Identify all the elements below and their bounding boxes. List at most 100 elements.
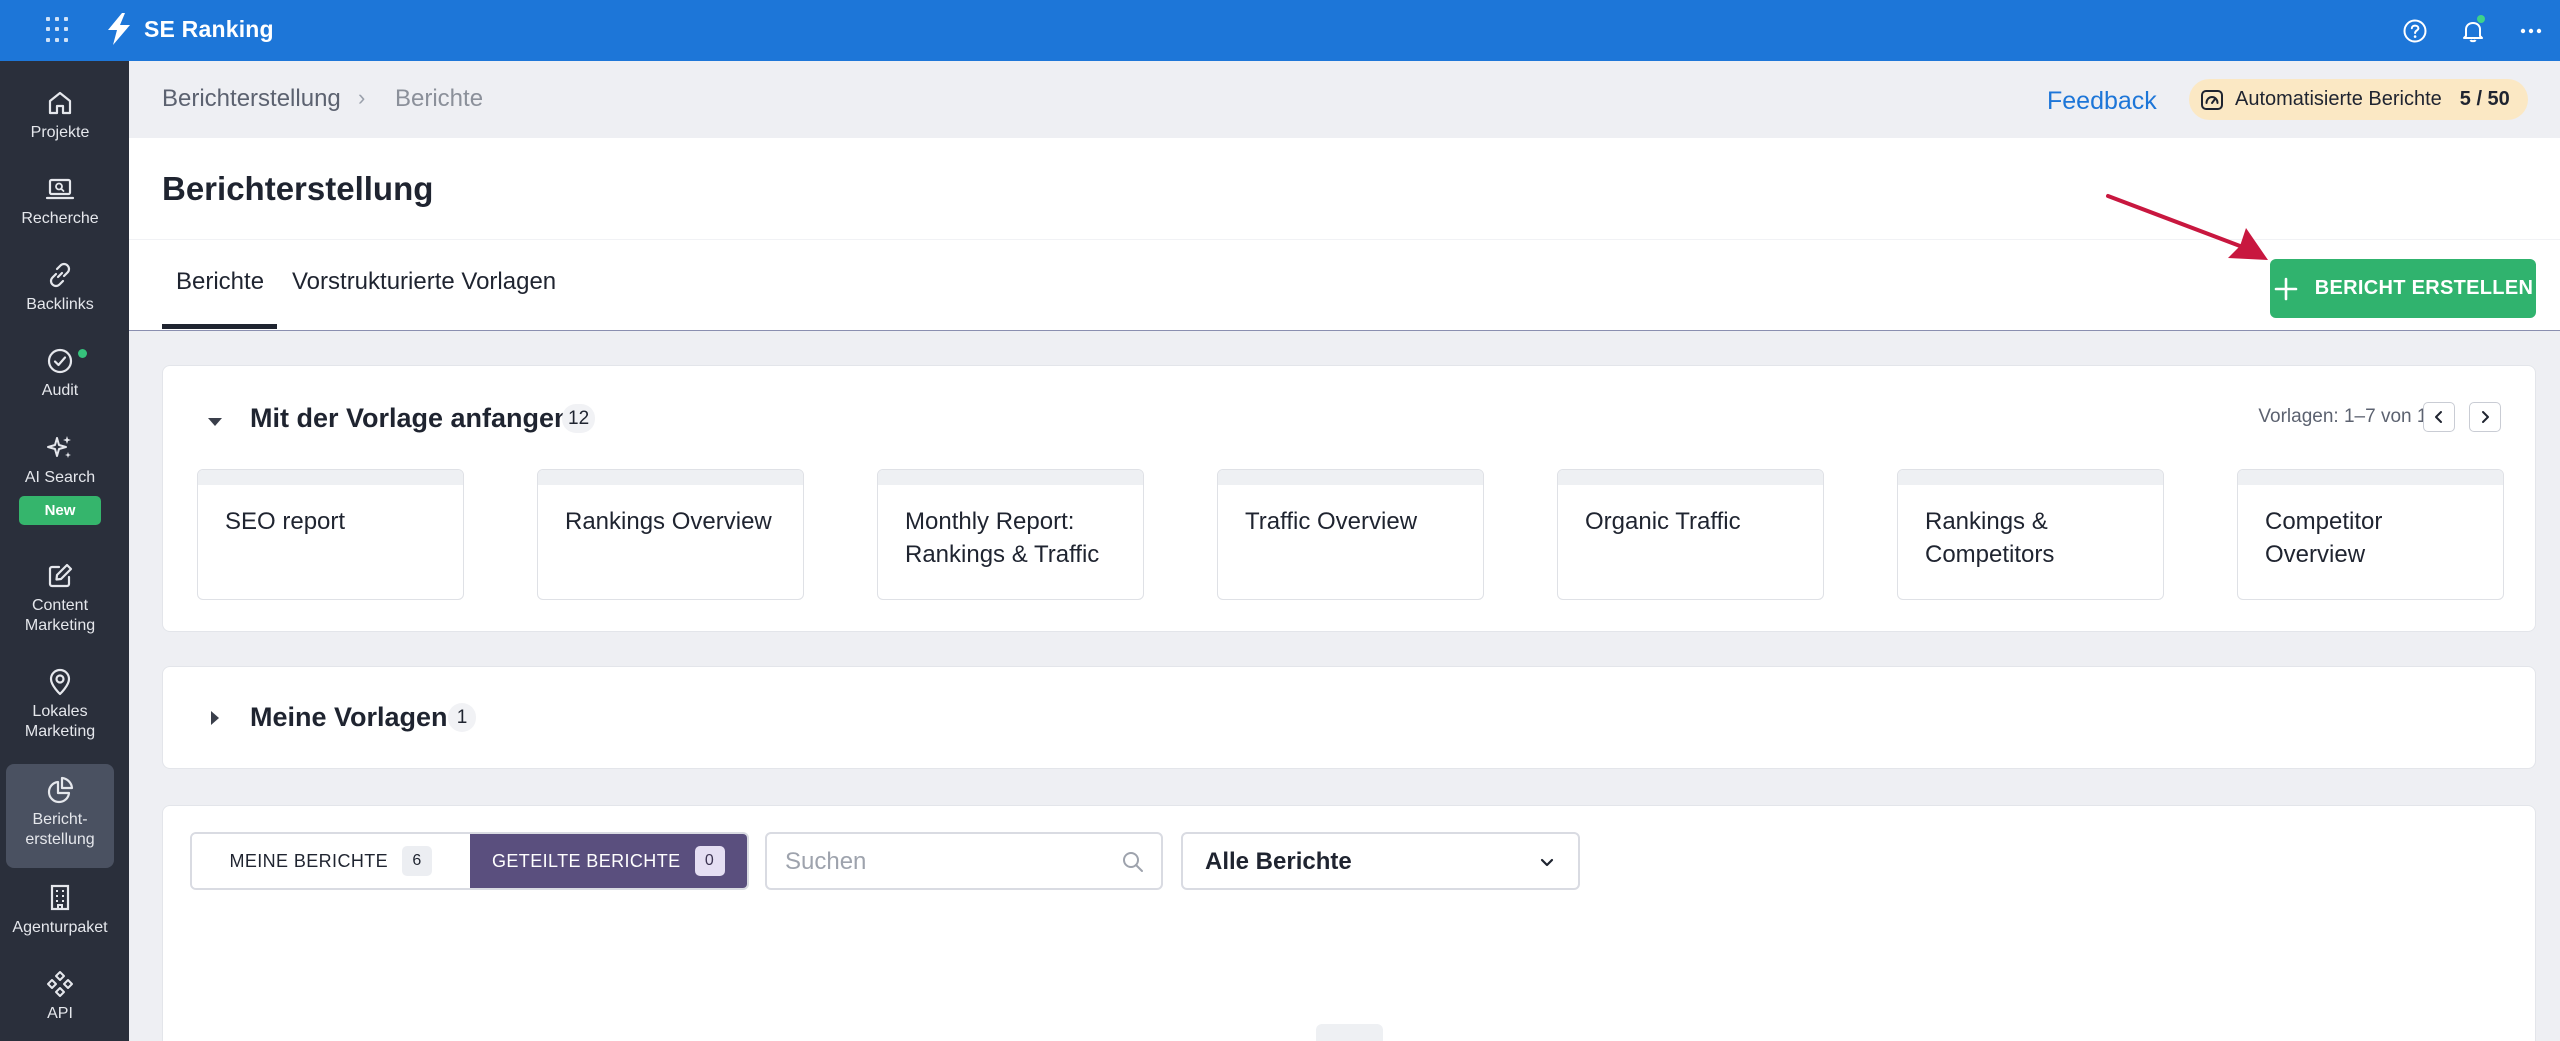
chevron-down-icon	[1540, 858, 1554, 867]
section-title: Mit der Vorlage anfangen	[250, 403, 571, 433]
top-bar: SE Ranking	[0, 0, 2560, 61]
sidebar-label: Recherche	[21, 210, 99, 227]
shared-reports-tab[interactable]: GETEILTE BERICHTE 0	[469, 834, 747, 888]
help-icon	[2403, 19, 2427, 42]
caret-right-icon[interactable]	[205, 708, 225, 728]
segment-label: MEINE BERICHTE	[229, 850, 389, 871]
template-name: Traffic Overview	[1245, 508, 1418, 535]
quota-label: Automatisierte Berichte	[2235, 88, 2442, 110]
notifications-button[interactable]	[2444, 0, 2502, 61]
sidebar-item-backlinks[interactable]: Backlinks	[6, 259, 114, 323]
check-circle-icon	[47, 348, 73, 374]
sidebar-item-projekte[interactable]: Projekte	[6, 87, 114, 151]
sidebar-item-berichterstellung[interactable]: Bericht-erstellung	[6, 764, 114, 868]
building-icon	[50, 884, 70, 911]
active-tab-indicator	[162, 324, 277, 329]
sparkles-icon	[47, 436, 71, 458]
sidebar: Projekte Recherche Backlinks Audit AI Se…	[0, 61, 129, 1041]
template-card[interactable]: Rankings & Competitors	[1897, 469, 2164, 600]
sidebar-label: API	[47, 1005, 73, 1022]
plus-icon	[2274, 277, 2298, 300]
create-report-button[interactable]: BERICHT ERSTELLEN	[2270, 259, 2536, 318]
template-card[interactable]: SEO report	[197, 469, 464, 600]
count-badge: 12	[562, 404, 596, 433]
annotation-arrow-icon	[2106, 194, 2268, 260]
my-templates-section: Meine Vorlagen 1	[162, 666, 2536, 769]
api-icon	[47, 971, 73, 997]
select-value: Alle Berichte	[1205, 848, 1352, 875]
sidebar-item-content-marketing[interactable]: Content Marketing	[6, 560, 114, 644]
breadcrumb-parent[interactable]: Berichterstellung	[162, 85, 341, 113]
my-reports-tab[interactable]: MEINE BERICHTE 6	[192, 834, 470, 888]
pie-chart-icon	[47, 776, 74, 804]
breadcrumb-bar: Berichterstellung › Berichte Feedback Au…	[129, 61, 2560, 138]
automated-reports-quota[interactable]: Automatisierte Berichte 5 / 50	[2189, 79, 2528, 120]
caret-down-icon[interactable]	[205, 412, 225, 432]
breadcrumb-separator: ›	[358, 85, 366, 110]
notification-dot	[2477, 15, 2485, 23]
empty-state-illustration	[1316, 1024, 1383, 1041]
search-field	[765, 832, 1163, 890]
sidebar-item-lokales-marketing[interactable]: Lokales Marketing	[6, 666, 114, 750]
quota-value: 5 / 50	[2459, 88, 2510, 110]
status-dot	[78, 349, 87, 358]
more-horizontal-icon	[2520, 28, 2542, 33]
sidebar-item-agenturpaket[interactable]: Agenturpaket	[6, 882, 114, 946]
sidebar-label: Agenturpaket	[12, 919, 108, 936]
pager-label: Vorlagen: 1–7 von 12	[2258, 406, 2438, 427]
page-title: Berichterstellung	[162, 170, 434, 207]
sidebar-item-ai-search[interactable]: AI Search New	[6, 432, 114, 538]
edit-icon	[48, 563, 73, 588]
speedometer-icon	[2201, 89, 2223, 110]
feedback-link[interactable]: Feedback	[2047, 87, 2157, 116]
template-card[interactable]: Traffic Overview	[1217, 469, 1484, 600]
sidebar-item-audit[interactable]: Audit	[6, 345, 114, 409]
template-name: Rankings Overview	[565, 508, 772, 535]
laptop-search-icon	[45, 178, 75, 200]
sidebar-item-recherche[interactable]: Recherche	[6, 173, 114, 237]
home-icon	[48, 91, 72, 115]
sidebar-label: Bericht-erstellung	[25, 811, 95, 848]
brand-bolt-icon	[108, 13, 130, 45]
tab-berichte[interactable]: Berichte	[176, 268, 264, 296]
sidebar-label: AI Search	[24, 469, 96, 486]
sidebar-label: Lokales Marketing	[24, 703, 96, 740]
sidebar-label: Projekte	[30, 124, 90, 141]
help-button[interactable]	[2386, 0, 2444, 61]
pager-next-button[interactable]	[2469, 402, 2501, 432]
brand-logo[interactable]: SE Ranking	[104, 12, 274, 46]
section-title: Meine Vorlagen	[250, 702, 448, 732]
template-name: Competitor Overview	[2265, 508, 2383, 568]
pager-prev-button[interactable]	[2423, 402, 2455, 432]
search-icon	[1123, 852, 1143, 872]
count-badge: 1	[448, 703, 476, 732]
tab-vorstrukturierte-vorlagen[interactable]: Vorstrukturierte Vorlagen	[292, 268, 556, 296]
reports-section: MEINE BERICHTE 6 GETEILTE BERICHTE 0 All…	[162, 805, 2536, 1041]
create-report-label: BERICHT ERSTELLEN	[2314, 277, 2534, 299]
templates-section: Mit der Vorlage anfangen 12 Vorlagen: 1–…	[162, 365, 2536, 632]
link-icon	[49, 262, 71, 288]
sidebar-label: Backlinks	[26, 296, 94, 313]
template-name: Organic Traffic	[1585, 508, 1741, 535]
apps-grid-icon[interactable]	[46, 17, 72, 43]
template-name: Monthly Report: Rankings & Traffic	[905, 508, 1100, 568]
report-scope-toggle: MEINE BERICHTE 6 GETEILTE BERICHTE 0	[190, 832, 749, 890]
segment-count: 6	[402, 846, 433, 876]
sidebar-label: Audit	[41, 382, 79, 399]
template-name: SEO report	[225, 508, 346, 535]
brand-name: SE Ranking	[144, 15, 274, 42]
segment-count: 0	[694, 846, 725, 876]
sidebar-item-api[interactable]: API	[6, 968, 114, 1032]
breadcrumb-current: Berichte	[395, 85, 484, 112]
report-filter-select[interactable]: Alle Berichte	[1181, 832, 1580, 890]
template-card[interactable]: Rankings Overview	[537, 469, 804, 600]
template-card[interactable]: Monthly Report: Rankings & Traffic	[877, 469, 1144, 600]
search-input[interactable]	[785, 846, 1105, 878]
chevron-right-icon	[2482, 411, 2489, 423]
sidebar-label: Content Marketing	[24, 597, 96, 634]
more-menu-button[interactable]	[2502, 0, 2560, 61]
template-card[interactable]: Organic Traffic	[1557, 469, 1824, 600]
template-card[interactable]: Competitor Overview	[2237, 469, 2504, 600]
template-name: Rankings & Competitors	[1925, 508, 2055, 568]
chevron-left-icon	[2435, 411, 2442, 423]
